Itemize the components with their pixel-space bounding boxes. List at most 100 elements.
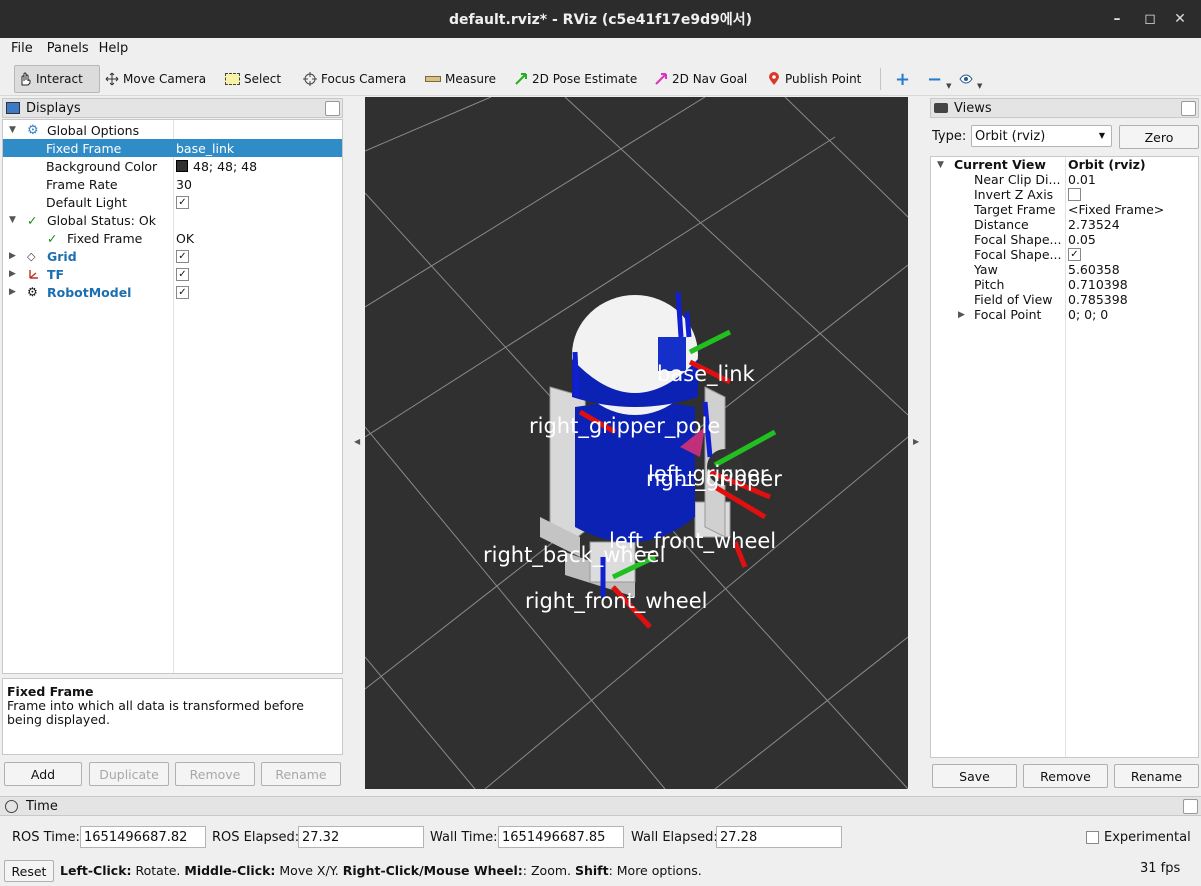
menu-panels[interactable]: Panels xyxy=(39,41,95,56)
view-prop-value[interactable]: 0.01 xyxy=(1068,172,1096,187)
save-view-button[interactable]: Save xyxy=(932,764,1017,788)
visibility-tool-button[interactable]: ▼ xyxy=(956,65,985,93)
publish-point-tool-button[interactable]: Publish Point xyxy=(764,65,864,93)
collapse-arrow-icon[interactable]: ▶ xyxy=(9,251,16,261)
grid-checkbox[interactable]: ✓ xyxy=(176,249,189,263)
view-prop-value[interactable]: <Fixed Frame> xyxy=(1068,202,1164,217)
wall-time-field[interactable]: 1651496687.85 xyxy=(498,826,624,848)
grid-display-row[interactable]: ▶ ◇ Grid ✓ xyxy=(3,247,342,265)
interact-label: Interact xyxy=(36,72,83,86)
frame-rate-label: Frame Rate xyxy=(46,176,118,192)
view-prop-row[interactable]: Field of View 0.785398 xyxy=(931,292,1198,307)
menu-help[interactable]: Help xyxy=(95,41,135,56)
rename-view-button[interactable]: Rename xyxy=(1114,764,1199,788)
frame-rate-value[interactable]: 30 xyxy=(176,177,192,192)
global-options-row[interactable]: ▼ ⚙ Global Options xyxy=(3,121,342,139)
view-prop-value[interactable]: 0.710398 xyxy=(1068,277,1128,292)
view-prop-value[interactable]: 0.785398 xyxy=(1068,292,1128,307)
add-tool-button[interactable]: + xyxy=(892,65,913,93)
status-fixed-frame-row[interactable]: ✓ Fixed Frame OK xyxy=(3,229,342,247)
tf-display-row[interactable]: ▶ TF ✓ xyxy=(3,265,342,283)
menu-file[interactable]: File xyxy=(0,41,39,56)
collapse-right-icon[interactable]: ▶ xyxy=(913,437,919,446)
focus-camera-tool-button[interactable]: Focus Camera xyxy=(300,65,409,93)
expand-arrow-icon[interactable]: ▼ xyxy=(937,160,944,170)
maximize-icon[interactable]: ◻ xyxy=(1141,10,1159,28)
chevron-down-icon: ▼ xyxy=(1098,131,1105,140)
wall-elapsed-field[interactable]: 27.28 xyxy=(716,826,842,848)
view-prop-value[interactable]: 0; 0; 0 xyxy=(1068,307,1108,322)
experimental-checkbox[interactable] xyxy=(1086,831,1099,844)
invert-z-checkbox[interactable] xyxy=(1068,188,1081,201)
robotmodel-display-row[interactable]: ▶ ⚙ RobotModel ✓ xyxy=(3,283,342,301)
select-tool-button[interactable]: Select xyxy=(222,65,284,93)
ros-elapsed-field[interactable]: 27.32 xyxy=(298,826,424,848)
remove-tool-button[interactable]: − ▼ xyxy=(924,65,954,93)
interact-tool-button[interactable]: Interact xyxy=(14,65,100,93)
robotmodel-checkbox[interactable]: ✓ xyxy=(176,285,189,299)
focal-shape-checkbox[interactable]: ✓ xyxy=(1068,248,1081,261)
float-panel-button[interactable] xyxy=(1183,799,1198,814)
pose-estimate-tool-button[interactable]: 2D Pose Estimate xyxy=(511,65,640,93)
frame-label-right-front-wheel: right_front_wheel xyxy=(525,589,708,613)
view-prop-row[interactable]: Distance 2.73524 xyxy=(931,217,1198,232)
displays-panel-header: Displays xyxy=(2,98,343,118)
move-camera-tool-button[interactable]: Move Camera xyxy=(102,65,209,93)
collapse-arrow-icon[interactable]: ▶ xyxy=(9,287,16,297)
add-display-button[interactable]: Add xyxy=(4,762,82,786)
close-icon[interactable]: ✕ xyxy=(1171,10,1189,28)
collapse-arrow-icon[interactable]: ▶ xyxy=(958,310,965,320)
view-prop-row[interactable]: Target Frame <Fixed Frame> xyxy=(931,202,1198,217)
background-color-label: Background Color xyxy=(46,158,158,174)
color-swatch xyxy=(176,160,188,172)
minimize-icon[interactable]: – xyxy=(1108,10,1126,28)
remove-display-button[interactable]: Remove xyxy=(175,762,255,786)
view-prop-row[interactable]: Focal Shape... ✓ xyxy=(931,247,1198,262)
nav-goal-tool-button[interactable]: 2D Nav Goal xyxy=(651,65,750,93)
render-viewport[interactable]: base_link right_gripper_pole left_grippe… xyxy=(365,97,908,789)
view-prop-row[interactable]: Near Clip Di... 0.01 xyxy=(931,172,1198,187)
default-light-row[interactable]: Default Light ✓ xyxy=(3,193,342,211)
view-prop-value[interactable]: 2.73524 xyxy=(1068,217,1120,232)
view-prop-row[interactable]: Yaw 5.60358 xyxy=(931,262,1198,277)
collapse-left-icon[interactable]: ◀ xyxy=(354,437,360,446)
frame-rate-row[interactable]: Frame Rate 30 xyxy=(3,175,342,193)
collapse-arrow-icon[interactable]: ▶ xyxy=(9,269,16,279)
select-box-icon xyxy=(225,73,240,85)
reset-button[interactable]: Reset xyxy=(4,860,54,882)
tf-checkbox[interactable]: ✓ xyxy=(176,267,189,281)
ros-time-field[interactable]: 1651496687.82 xyxy=(80,826,206,848)
zero-button[interactable]: Zero xyxy=(1119,125,1199,149)
float-panel-button[interactable] xyxy=(325,101,340,116)
fixed-frame-value[interactable]: base_link xyxy=(176,141,234,156)
fixed-frame-row[interactable]: Fixed Frame base_link xyxy=(3,139,342,157)
default-light-checkbox[interactable]: ✓ xyxy=(176,195,189,209)
rename-display-button[interactable]: Rename xyxy=(261,762,341,786)
view-prop-value[interactable]: 0.05 xyxy=(1068,232,1096,247)
current-view-row[interactable]: ▼ Current View Orbit (rviz) xyxy=(931,157,1198,172)
wall-time-label: Wall Time: xyxy=(430,830,498,845)
dropdown-arrow-icon: ▼ xyxy=(946,82,952,90)
view-prop-row[interactable]: Pitch 0.710398 xyxy=(931,277,1198,292)
fps-counter: 31 fps xyxy=(1140,861,1181,876)
view-prop-row[interactable]: Invert Z Axis xyxy=(931,187,1198,202)
description-title: Fixed Frame xyxy=(7,684,94,699)
view-type-dropdown[interactable]: Orbit (rviz) ▼ xyxy=(971,125,1112,147)
float-panel-button[interactable] xyxy=(1181,101,1196,116)
middle-click-text: Move X/Y. xyxy=(275,863,343,878)
view-prop-value[interactable]: 5.60358 xyxy=(1068,262,1120,277)
duplicate-display-button[interactable]: Duplicate xyxy=(89,762,169,786)
measure-tool-button[interactable]: Measure xyxy=(422,65,499,93)
background-color-row[interactable]: Background Color 48; 48; 48 xyxy=(3,157,342,175)
background-color-field[interactable]: 48; 48; 48 xyxy=(176,159,257,174)
remove-view-button[interactable]: Remove xyxy=(1023,764,1108,788)
view-prop-row[interactable]: ▶ Focal Point 0; 0; 0 xyxy=(931,307,1198,322)
views-panel-header: Views xyxy=(930,98,1199,118)
toolbar: Interact Move Camera Select Focus Camera… xyxy=(0,60,1201,96)
view-prop-label: Focal Shape... xyxy=(974,247,1062,262)
expand-arrow-icon[interactable]: ▼ xyxy=(9,125,16,135)
view-prop-row[interactable]: Focal Shape... 0.05 xyxy=(931,232,1198,247)
expand-arrow-icon[interactable]: ▼ xyxy=(9,215,16,225)
menubar: File Panels Help xyxy=(0,38,1201,58)
global-status-row[interactable]: ▼ ✓ Global Status: Ok xyxy=(3,211,342,229)
